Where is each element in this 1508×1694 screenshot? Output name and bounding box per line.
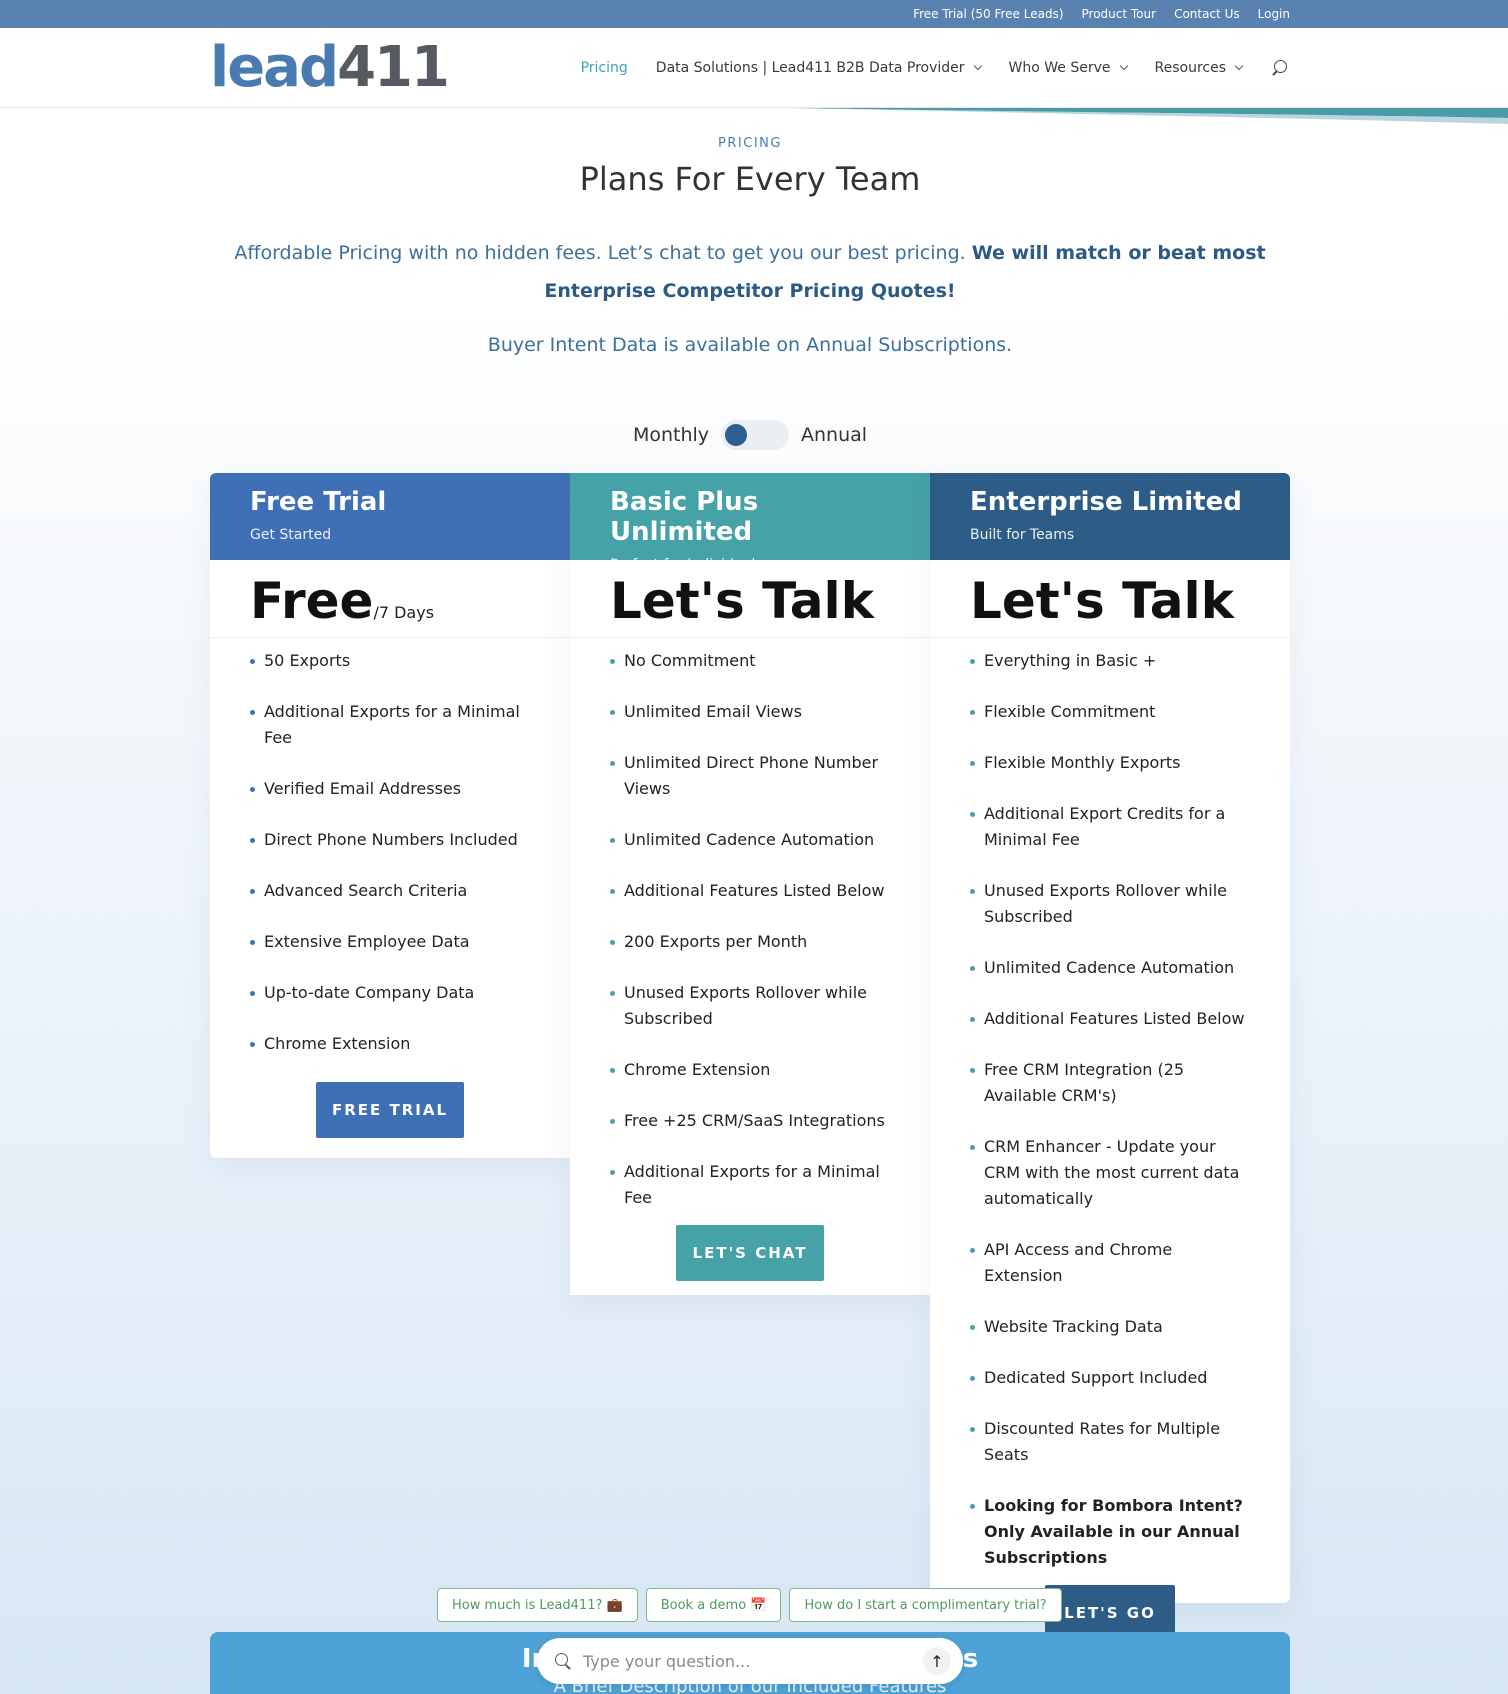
- topbar-links: Free Trial (50 Free Leads) Product Tour …: [913, 0, 1290, 28]
- plan-header: Free Trial Get Started: [210, 473, 570, 560]
- chat-question-bar: ↑: [537, 1638, 963, 1684]
- nav-label-data-solutions: Data Solutions | Lead411 B2B Data Provid…: [655, 60, 965, 76]
- feature-item: Additional Features Listed Below: [970, 1006, 1250, 1032]
- feature-item: Chrome Extension: [250, 1031, 530, 1057]
- feature-item: Free CRM Integration (25 Available CRM's…: [970, 1057, 1250, 1109]
- feature-item: 50 Exports: [250, 648, 530, 674]
- feature-item: Verified Email Addresses: [250, 776, 530, 802]
- feature-item: Unlimited Cadence Automation: [970, 955, 1250, 981]
- plan-subtitle: Built for Teams: [970, 527, 1075, 543]
- feature-item: Unused Exports Rollover while Subscribed: [970, 878, 1250, 930]
- topbar-link-contact-us[interactable]: Contact Us: [1174, 7, 1240, 21]
- free-trial-button[interactable]: FREE TRIAL: [316, 1082, 464, 1138]
- section-eyebrow: PRICING: [718, 136, 782, 151]
- feature-item: Website Tracking Data: [970, 1314, 1250, 1340]
- topbar-link-product-tour[interactable]: Product Tour: [1082, 7, 1157, 21]
- plan-feature-list: 50 Exports Additional Exports for a Mini…: [210, 638, 570, 1057]
- feature-item: Discounted Rates for Multiple Seats: [970, 1416, 1250, 1468]
- feature-item-bombora: Looking for Bombora Intent? Only Availab…: [970, 1493, 1250, 1571]
- chat-chip-demo[interactable]: Book a demo 📅: [645, 1588, 782, 1622]
- feature-item: Additional Features Listed Below: [610, 878, 890, 904]
- toggle-label-monthly[interactable]: Monthly: [633, 424, 709, 446]
- feature-item: Additional Exports for a Minimal Fee: [250, 699, 530, 751]
- feature-item: Flexible Monthly Exports: [970, 750, 1250, 776]
- nav-label-who-we-serve: Who We Serve: [1008, 60, 1111, 76]
- page-title: Plans For Every Team: [579, 160, 921, 198]
- pricing-description: Affordable Pricing with no hidden fees. …: [210, 234, 1290, 310]
- feature-item: Additional Exports for a Minimal Fee: [610, 1159, 890, 1211]
- toggle-knob: [725, 424, 748, 446]
- feature-item: No Commitment: [610, 648, 890, 674]
- plan-card-basic-plus: Basic Plus Unlimited Perfect for Individ…: [570, 473, 930, 1295]
- feature-item: Dedicated Support Included: [970, 1365, 1250, 1391]
- chat-suggestion-chips: How much is Lead411? 💼 Book a demo 📅 How…: [437, 1588, 1062, 1622]
- plan-card-free-trial: Free Trial Get Started Free/7 Days 50 Ex…: [210, 473, 570, 1158]
- plan-price: Let's Talk: [930, 560, 1290, 638]
- feature-item: Extensive Employee Data: [250, 929, 530, 955]
- plan-title: Enterprise Limited: [970, 487, 1242, 517]
- plan-price: Free/7 Days: [210, 560, 570, 638]
- toggle-label-annual[interactable]: Annual: [801, 424, 867, 446]
- billing-toggle-row: Monthly Annual: [0, 420, 1500, 450]
- feature-item: Direct Phone Numbers Included: [250, 827, 530, 853]
- plan-price-value: Let's Talk: [610, 572, 874, 630]
- main-nav: Pricing Data Solutions | Lead411 B2B Dat…: [581, 28, 1290, 108]
- top-utility-bar: Free Trial (50 Free Leads) Product Tour …: [0, 0, 1508, 28]
- nav-label-resources: Resources: [1154, 60, 1227, 76]
- feature-item: Unlimited Cadence Automation: [610, 827, 890, 853]
- chat-chip-trial[interactable]: How do I start a complimentary trial?: [789, 1588, 1062, 1622]
- nav-item-pricing[interactable]: Pricing: [581, 60, 628, 76]
- feature-item: CRM Enhancer - Update your CRM with the …: [970, 1134, 1250, 1212]
- chevron-down-icon: [1119, 61, 1128, 71]
- lets-chat-button[interactable]: LET'S CHAT: [676, 1225, 824, 1281]
- nav-item-resources[interactable]: Resources: [1154, 60, 1244, 76]
- topbar-link-login[interactable]: Login: [1258, 7, 1290, 21]
- feature-item: Up-to-date Company Data: [250, 980, 530, 1006]
- logo-text-lead: lead: [210, 35, 339, 100]
- plan-title: Basic Plus Unlimited: [610, 487, 759, 547]
- chevron-down-icon: [1234, 61, 1244, 71]
- plan-header: Enterprise Limited Built for Teams: [930, 473, 1290, 560]
- chat-chip-pricing[interactable]: How much is Lead411? 💼: [437, 1588, 638, 1622]
- site-header: lead411 Pricing Data Solutions | Lead411…: [0, 28, 1508, 108]
- search-icon: [555, 1653, 571, 1669]
- feature-item: 200 Exports per Month: [610, 929, 890, 955]
- feature-item: Free +25 CRM/SaaS Integrations: [610, 1108, 890, 1134]
- pricing-description-plain: Affordable Pricing with no hidden fees. …: [234, 242, 972, 264]
- feature-item: Everything in Basic +: [970, 648, 1250, 674]
- lead411-logo[interactable]: lead411: [210, 40, 450, 96]
- plan-header: Basic Plus Unlimited Perfect for Individ…: [570, 473, 930, 573]
- nav-item-who-we-serve[interactable]: Who We Serve: [1008, 60, 1128, 76]
- intent-note: Buyer Intent Data is available on Annual…: [487, 334, 1013, 356]
- feature-item: Advanced Search Criteria: [250, 878, 530, 904]
- plan-subtitle: Get Started: [250, 527, 332, 543]
- plan-price-period: /7 Days: [373, 603, 435, 622]
- feature-item: Unused Exports Rollover while Subscribed: [610, 980, 890, 1032]
- chevron-down-icon: [973, 61, 982, 71]
- arrow-up-icon[interactable]: ↑: [923, 1647, 951, 1675]
- plan-title: Free Trial: [250, 487, 387, 517]
- nav-item-data-solutions[interactable]: Data Solutions | Lead411 B2B Data Provid…: [655, 60, 982, 76]
- feature-item: Chrome Extension: [610, 1057, 890, 1083]
- plan-feature-list: No Commitment Unlimited Email Views Unli…: [570, 638, 930, 1211]
- nav-label-pricing: Pricing: [580, 60, 628, 76]
- logo-text-411: 411: [337, 35, 450, 100]
- search-icon[interactable]: [1270, 58, 1290, 78]
- feature-item: Additional Export Credits for a Minimal …: [970, 801, 1250, 853]
- chat-question-input[interactable]: [583, 1651, 923, 1671]
- plan-subtitle: Perfect for Individuals: [610, 557, 763, 573]
- feature-item: Unlimited Email Views: [610, 699, 890, 725]
- feature-item: API Access and Chrome Extension: [970, 1237, 1250, 1289]
- topbar-link-free-trial[interactable]: Free Trial (50 Free Leads): [913, 7, 1063, 21]
- plan-price-value: Free: [250, 572, 374, 630]
- plan-price-value: Let's Talk: [970, 572, 1234, 630]
- plan-feature-list: Everything in Basic + Flexible Commitmen…: [930, 638, 1290, 1571]
- feature-item: Flexible Commitment: [970, 699, 1250, 725]
- feature-item: Unlimited Direct Phone Number Views: [610, 750, 890, 802]
- plan-card-enterprise: Enterprise Limited Built for Teams Let's…: [930, 473, 1290, 1641]
- header-swoosh-decoration: [790, 108, 1508, 124]
- billing-period-toggle[interactable]: [721, 420, 790, 450]
